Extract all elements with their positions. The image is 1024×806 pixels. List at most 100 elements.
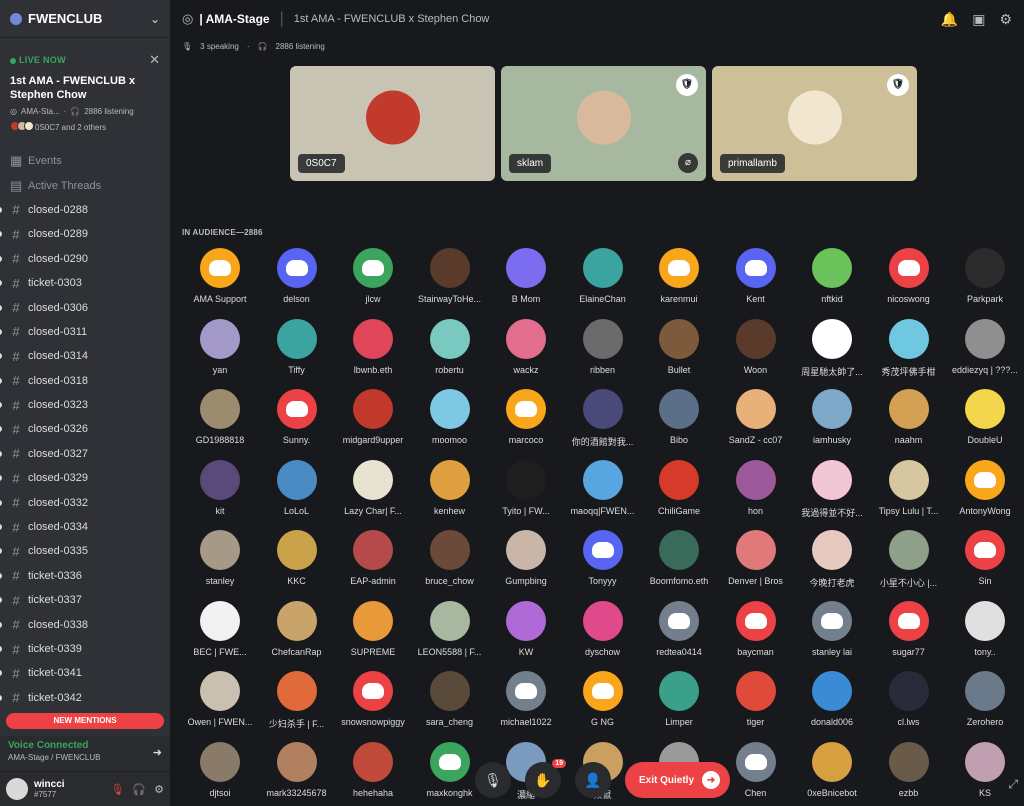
audience-member[interactable]: 周星馳太帥了... [794,318,870,378]
audience-member[interactable]: jlcw [335,248,411,304]
mic-muted-icon[interactable]: 🎙 [110,783,124,796]
audience-member[interactable]: StairwayToHe... [412,248,488,304]
channel-item[interactable]: # closed-0332 [0,490,170,514]
channel-item[interactable]: # ticket-0303 [0,271,170,295]
exit-quietly-button[interactable]: Exit Quietly ➜ [625,762,731,798]
audience-member[interactable]: Tipsy Lulu | T... [871,459,947,516]
audience-member[interactable]: donald006 [794,671,870,727]
audience-member[interactable]: moomoo [412,389,488,445]
audience-member[interactable]: nicoswong [871,248,947,304]
audience-member[interactable]: 秀茂坪佛手柑 [871,318,947,378]
audience-member[interactable]: AMA Support [182,248,258,304]
audience-member[interactable]: djtsoi [182,741,258,798]
speaker-tile[interactable]: 0S0C7 [290,66,495,181]
audience-member[interactable]: 你的酒館對我... [565,389,641,448]
audience-member[interactable]: karenmui [641,248,717,304]
audience-member[interactable]: michael1022 [488,671,564,727]
audience-member[interactable]: mark33245678 [259,741,335,798]
audience-member[interactable]: kenhew [412,459,488,516]
audience-member[interactable]: Sunny. [259,389,335,445]
audience-member[interactable]: ElaineChan [565,248,641,304]
channel-item[interactable]: # closed-0318 [0,369,170,393]
channel-item[interactable]: ▦ Events [0,149,170,173]
channel-item[interactable]: # closed-0288 [0,198,170,222]
audience-member[interactable]: Lazy Char| F... [335,459,411,516]
channel-item[interactable]: # ticket-0342 [0,686,170,710]
close-icon[interactable]: ✕ [149,52,160,68]
audience-member[interactable]: BEC | FWE... [182,600,258,657]
audience-member[interactable]: ChefcanRap [259,600,335,657]
audience-member[interactable]: LEON5588 | F... [412,600,488,657]
channel-item[interactable]: # closed-0323 [0,393,170,417]
audience-member[interactable]: baycman [718,600,794,657]
audience-member[interactable]: 少妇杀手 | F... [259,671,335,730]
channel-item[interactable]: # closed-0329 [0,466,170,490]
channel-item[interactable]: # closed-0327 [0,442,170,466]
audience-member[interactable]: DoubleU [947,389,1023,445]
expand-icon[interactable]: ⤢ [1008,777,1018,792]
disconnect-icon[interactable]: ➜ [153,746,162,759]
audience-member[interactable]: sugar77 [871,600,947,657]
event-icon[interactable]: ▣ [972,11,985,28]
channel-item[interactable]: # ticket-0339 [0,637,170,661]
audience-member[interactable]: Limper [641,671,717,727]
audience-member[interactable]: tiger [718,671,794,727]
live-now-card[interactable]: LIVE NOW ✕ 1st AMA - FWENCLUB x Stephen … [4,44,166,141]
audience-member[interactable]: redtea0414 [641,600,717,657]
channel-item[interactable]: # ticket-0341 [0,661,170,685]
audience-member[interactable]: Gumpbing [488,530,564,586]
audience-member[interactable]: nftkid [794,248,870,304]
audience-member[interactable]: Boomfomo.eth [641,530,717,586]
audience-member[interactable]: kit [182,459,258,516]
audience-member[interactable]: Bullet [641,318,717,375]
audience-member[interactable]: EAP-admin [335,530,411,586]
audience-member[interactable]: bruce_chow [412,530,488,586]
audience-member[interactable]: Owen | FWEN... [182,671,258,727]
audience-member[interactable]: Tyito | FW... [488,459,564,516]
audience-member[interactable]: Tonyyy [565,530,641,586]
audience-member[interactable]: 0xeBnicebot [794,741,870,798]
audience-member[interactable]: ezbb [871,741,947,798]
avatar[interactable] [6,778,28,800]
channel-item[interactable]: # closed-0335 [0,539,170,563]
speaker-tile[interactable]: sklam 🛡 ⌀ [501,66,706,181]
channel-item[interactable]: # closed-0314 [0,344,170,368]
raise-hand-button[interactable]: ✋ 19 [525,759,566,798]
audience-member[interactable]: tony.. [947,600,1023,657]
audience-member[interactable]: GD1988818 [182,389,258,445]
audience-member[interactable]: snowsnowpiggy [335,671,411,727]
audience-member[interactable]: Parkpark [947,248,1023,304]
audience-member[interactable]: Bibo [641,389,717,445]
voice-connected-sub[interactable]: AMA-Stage / FWENCLUB [8,753,162,762]
invite-button[interactable]: 👤 [575,762,611,798]
channel-item[interactable]: # closed-0306 [0,295,170,319]
channel-item[interactable]: # closed-0334 [0,515,170,539]
audience-member[interactable]: delson [259,248,335,304]
audience-member[interactable]: hon [718,459,794,516]
audience-member[interactable]: ChiliGame [641,459,717,516]
audience-member[interactable]: robertu [412,318,488,375]
channel-item[interactable]: # closed-0311 [0,320,170,344]
audience-member[interactable]: cl.lws [871,671,947,727]
audience-member[interactable]: 今晚打老虎 [794,530,870,589]
audience-member[interactable]: Zerohero [947,671,1023,727]
chevron-down-icon[interactable]: ⌄ [150,12,160,26]
gear-icon[interactable]: ⚙ [999,11,1012,28]
audience-member[interactable]: maoqq|FWEN... [565,459,641,516]
audience-member[interactable]: Kent [718,248,794,304]
audience-member[interactable]: SUPREME [335,600,411,657]
audience-member[interactable]: eddiezyq | ???... [947,318,1023,375]
bell-icon[interactable]: 🔔 [941,11,958,28]
audience-member[interactable]: wackz [488,318,564,375]
new-mentions-button[interactable]: NEW MENTIONS [6,713,164,729]
audience-member[interactable]: dyschow [565,600,641,657]
audience-member[interactable]: B Mom [488,248,564,304]
channel-item[interactable]: # ticket-0336 [0,564,170,588]
audience-member[interactable]: Sin [947,530,1023,586]
audience-member[interactable]: sara_cheng [412,671,488,727]
audience-member[interactable]: KKC [259,530,335,586]
channel-item[interactable]: # ticket-0337 [0,588,170,612]
speaker-tile[interactable]: primallamb 🛡 [712,66,917,181]
headphones-deafened-icon[interactable]: 🎧 [132,783,146,796]
audience-member[interactable]: midgard9upper [335,389,411,445]
